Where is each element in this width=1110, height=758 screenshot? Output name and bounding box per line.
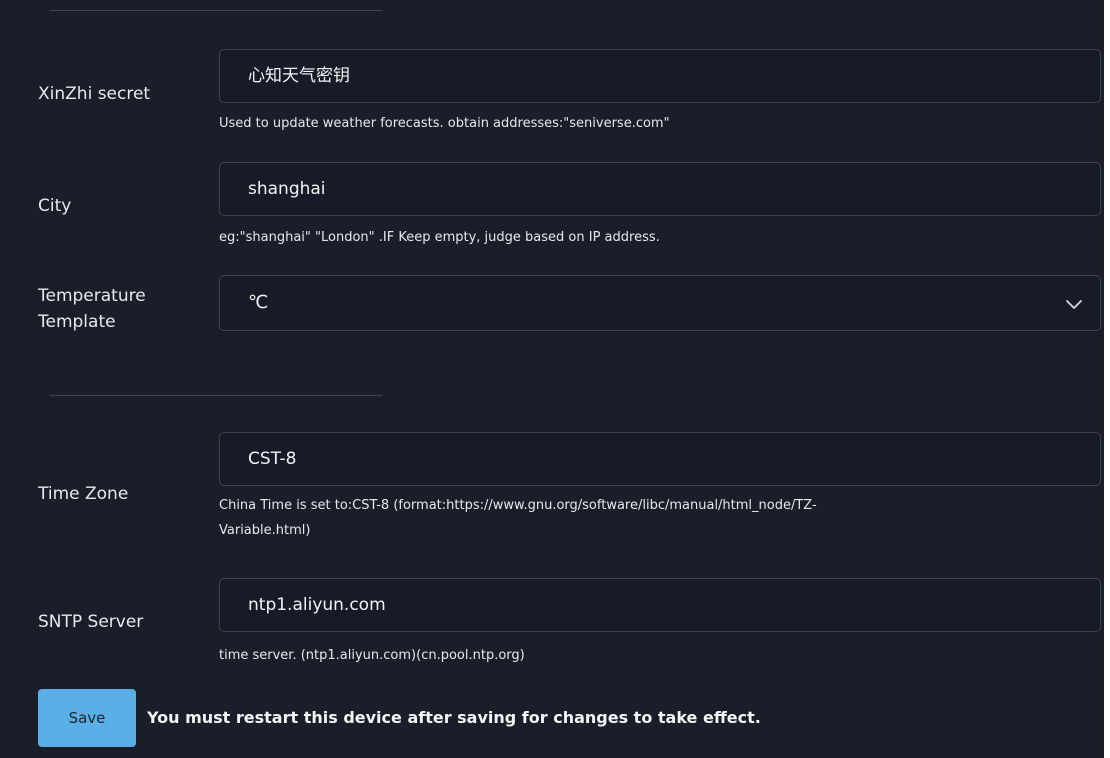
restart-notice: You must restart this device after savin… (147, 708, 761, 727)
temperature-label-line1: Temperature (38, 286, 146, 306)
city-input[interactable]: shanghai (219, 162, 1101, 216)
xinzhi-secret-label: XinZhi secret (38, 84, 151, 104)
chevron-down-icon (1066, 300, 1082, 309)
sntp-server-label: SNTP Server (38, 612, 144, 632)
xinzhi-secret-help: Used to update weather forecasts. obtain… (219, 116, 670, 131)
sntp-server-help: time server. (ntp1.aliyun.com)(cn.pool.n… (219, 648, 525, 663)
section-divider-middle (50, 395, 382, 396)
temperature-selected-value: ℃ (248, 292, 269, 313)
sntp-server-input[interactable]: ntp1.aliyun.com (219, 578, 1101, 632)
save-button[interactable]: Save (38, 689, 136, 747)
temperature-template-label: Temperature Template (38, 283, 146, 335)
settings-panel: XinZhi secret 心知天气密钥 Used to update weat… (0, 0, 1104, 758)
xinzhi-secret-input[interactable]: 心知天气密钥 (219, 49, 1101, 103)
temperature-template-select[interactable]: ℃ (219, 275, 1101, 331)
city-label: City (38, 196, 72, 216)
temperature-label-line2: Template (38, 312, 116, 332)
time-zone-help: China Time is set to:CST-8 (format:https… (219, 493, 1079, 543)
city-help: eg:"shanghai" "London" .IF Keep empty, j… (219, 230, 660, 245)
time-zone-help-line1: China Time is set to:CST-8 (format:https… (219, 498, 817, 513)
time-zone-input[interactable]: CST-8 (219, 432, 1101, 486)
section-divider-top (50, 10, 382, 11)
time-zone-help-line2: Variable.html) (219, 523, 311, 538)
time-zone-label: Time Zone (38, 484, 129, 504)
